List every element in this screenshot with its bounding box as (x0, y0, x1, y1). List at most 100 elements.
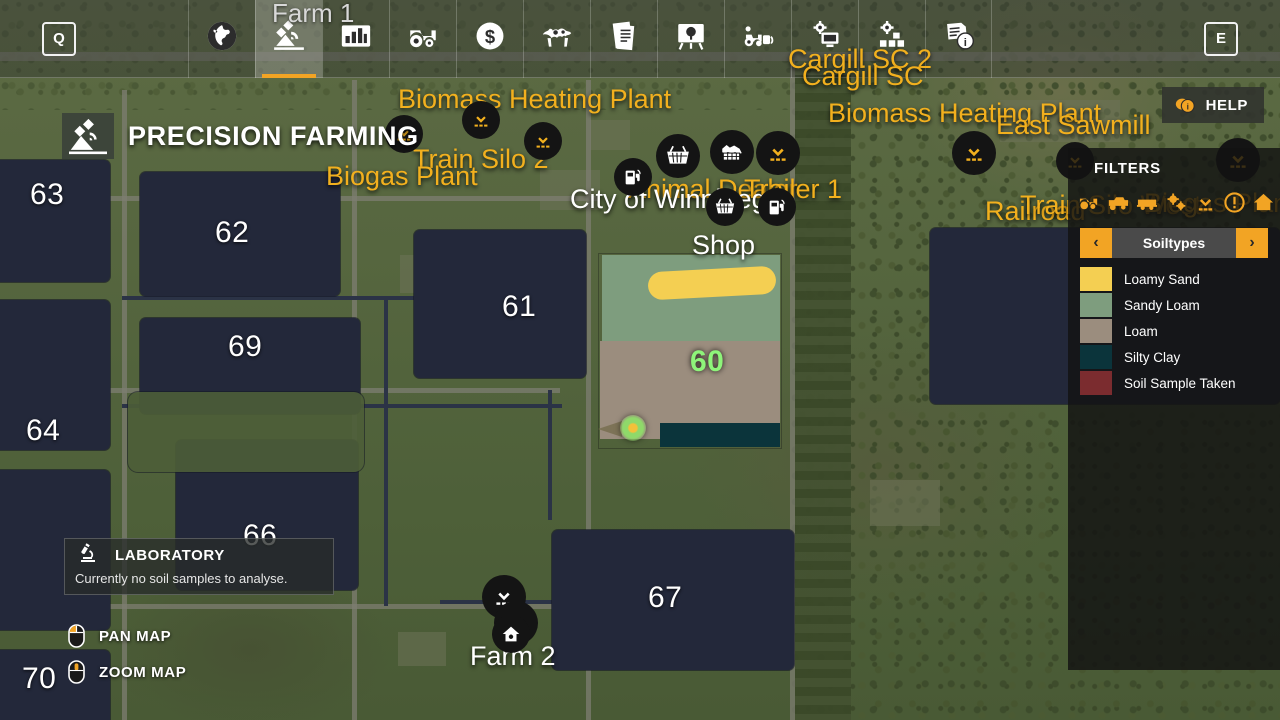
legend-row[interactable]: Sandy Loam (1080, 292, 1268, 318)
field-number: 64 (26, 414, 61, 447)
map-poi-label: Biogas Plant (326, 161, 478, 191)
home-pin-icon[interactable] (492, 615, 530, 653)
hint-zoom-map-label: ZOOM MAP (99, 663, 187, 681)
dollar-icon: $ (473, 19, 507, 58)
player-dot (620, 415, 646, 441)
unload-pin-icon[interactable] (462, 101, 500, 139)
tractor-icon (406, 19, 440, 58)
svg-text:$: $ (485, 26, 495, 47)
farm-title: Farm 1 (272, 0, 355, 28)
legend-color-swatch (1080, 371, 1112, 395)
laboratory-message: Currently no soil samples to analyse. (75, 571, 288, 586)
animal-pin-icon[interactable] (710, 130, 754, 174)
tab-finances[interactable]: $ (456, 0, 523, 78)
legend-label: Loamy Sand (1124, 271, 1200, 287)
warning-filter-icon[interactable] (1223, 191, 1246, 214)
tractor-filter-icon[interactable] (1078, 191, 1101, 214)
hint-zoom-map: ZOOM MAP (68, 654, 186, 690)
page-title-block: PRECISION FARMING (62, 113, 419, 159)
legend-row[interactable]: Loamy Sand (1080, 266, 1268, 292)
legend-row[interactable]: Loam (1080, 318, 1268, 344)
tab-animals[interactable] (523, 0, 590, 78)
easel-tree-icon (674, 19, 708, 58)
tab-contracts[interactable] (590, 0, 657, 78)
selected-category-label[interactable]: Soiltypes (1112, 228, 1236, 258)
field-number: 67 (648, 581, 683, 614)
town-block (870, 480, 940, 526)
player-view-cone (598, 421, 622, 437)
map-poi-label: East Sawmill (996, 110, 1151, 140)
harvester-filter-icon[interactable] (1107, 191, 1130, 214)
notes-info-icon: i (942, 19, 976, 58)
prev-category-button[interactable]: ‹ (1080, 228, 1112, 258)
fuel-pin-icon[interactable] (614, 158, 652, 196)
documents-icon (607, 19, 641, 58)
help-coin-icon: i (1174, 94, 1196, 116)
tab-map[interactable] (188, 0, 255, 78)
next-category-button[interactable]: › (1236, 228, 1268, 258)
next-page-key[interactable]: E (1204, 21, 1238, 56)
tree-belt (795, 75, 851, 720)
filters-panel-title: FILTERS (1094, 159, 1161, 177)
field-number: 63 (30, 178, 65, 211)
filter-icon-row (1078, 188, 1276, 216)
precision-farming-map-screen: 63 62 69 64 61 60 66 67 70 Biomass Heating Plant… (0, 0, 1280, 720)
field-number: 69 (228, 330, 263, 363)
tab-ai-workers[interactable] (724, 0, 791, 78)
legend-label: Silty Clay (1124, 349, 1181, 365)
mouse-left-icon (68, 624, 85, 648)
unload-pin-icon[interactable] (524, 122, 562, 160)
legend-row[interactable]: Silty Clay (1080, 344, 1268, 370)
rail-track (548, 390, 552, 520)
map-poi-label: Biomass Heating Plant (398, 84, 672, 114)
unload-pin-icon[interactable] (952, 131, 996, 175)
home-filter-icon[interactable] (1252, 191, 1275, 214)
tab-vehicles[interactable] (389, 0, 456, 78)
soiltype-legend: Loamy Sand Sandy Loam Loam Silty Clay Soil S… (1080, 266, 1268, 396)
field-number: 60 (690, 345, 725, 378)
laboratory-title: LABORATORY (115, 546, 225, 564)
prev-page-key[interactable]: Q (42, 21, 76, 56)
grass-plot[interactable] (128, 392, 364, 472)
trailer-filter-icon[interactable] (1136, 191, 1159, 214)
mouse-wheel-icon (68, 660, 85, 684)
top-navigation-bar: Q $ i E (0, 0, 1280, 78)
hint-pan-map-label: PAN MAP (99, 627, 172, 645)
laboratory-panel[interactable]: LABORATORY Currently no soil samples to … (64, 538, 334, 595)
tab-info[interactable]: i (925, 0, 992, 78)
map-place-label: Shop (692, 230, 756, 260)
basket-pin-icon[interactable] (706, 188, 744, 226)
globe-icon (205, 19, 239, 58)
unload-pin-icon[interactable] (756, 131, 800, 175)
legend-color-swatch (1080, 267, 1112, 291)
microscope-icon (77, 541, 101, 570)
legend-label: Soil Sample Taken (1124, 375, 1236, 391)
filters-panel: FILTERS ‹ Soiltypes › Loamy Sand Sandy Lo… (1068, 148, 1280, 670)
svg-text:i: i (1186, 103, 1188, 112)
cow-icon (540, 19, 574, 58)
gears-filter-icon[interactable] (1165, 191, 1188, 214)
field-plot[interactable] (414, 230, 586, 378)
field-number: 70 (22, 662, 57, 695)
category-selector: ‹ Soiltypes › (1080, 228, 1268, 258)
tab-production[interactable] (657, 0, 724, 78)
legend-row[interactable]: Soil Sample Taken (1080, 370, 1268, 396)
legend-color-swatch (1080, 293, 1112, 317)
rail-track (384, 296, 388, 606)
town-block (590, 120, 630, 150)
unload-filter-icon[interactable] (1194, 191, 1217, 214)
field-number: 62 (215, 216, 250, 249)
town-block (398, 632, 446, 666)
page-title: PRECISION FARMING (128, 120, 419, 151)
map-poi-label: Cargill SC (802, 61, 924, 91)
help-button-label: HELP (1205, 96, 1248, 114)
hint-pan-map: PAN MAP (68, 618, 186, 654)
legend-label: Loam (1124, 323, 1158, 339)
help-button[interactable]: i HELP (1161, 87, 1264, 123)
fuel-pin-icon[interactable] (758, 188, 796, 226)
laboratory-header: LABORATORY (65, 539, 333, 571)
field-number: 61 (502, 290, 537, 323)
basket-pin-icon[interactable] (656, 134, 700, 178)
legend-label: Sandy Loam (1124, 297, 1200, 313)
mouse-hints: PAN MAP ZOOM MAP (68, 618, 186, 690)
